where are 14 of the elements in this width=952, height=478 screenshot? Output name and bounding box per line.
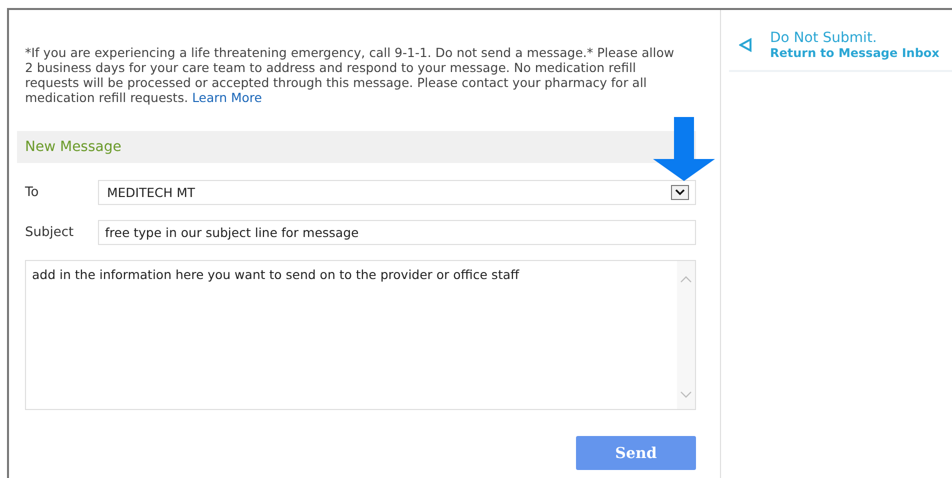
pointer-arrow <box>653 117 715 181</box>
send-button[interactable]: Send <box>576 436 696 470</box>
notice-text: *If you are experiencing a life threatening emergency, call 9-1-1. Do not send a message.* Please allow 2 business days for your care team to address and respond to your message. No medication refill requests will be processed or accepted through this message. Please contact your pharmacy for all medication refill requests. Learn More <box>25 45 676 105</box>
field-label: Subject <box>25 225 75 240</box>
section-title: New Message <box>25 139 122 155</box>
field-label: To <box>25 185 40 200</box>
subject-field[interactable]: free type in our subject line for message <box>98 220 696 245</box>
chevron-down-icon[interactable] <box>671 185 689 200</box>
recipient-dropdown[interactable]: MEDITECH MT <box>98 180 696 205</box>
chevron-up-icon[interactable] <box>680 275 692 283</box>
learn-more-link[interactable]: Learn More <box>192 90 262 105</box>
message-field[interactable]: add in the information here you want to send on to the provider or office staff <box>25 260 696 410</box>
scrollbar[interactable] <box>677 261 695 409</box>
back-icon[interactable] <box>739 38 752 52</box>
